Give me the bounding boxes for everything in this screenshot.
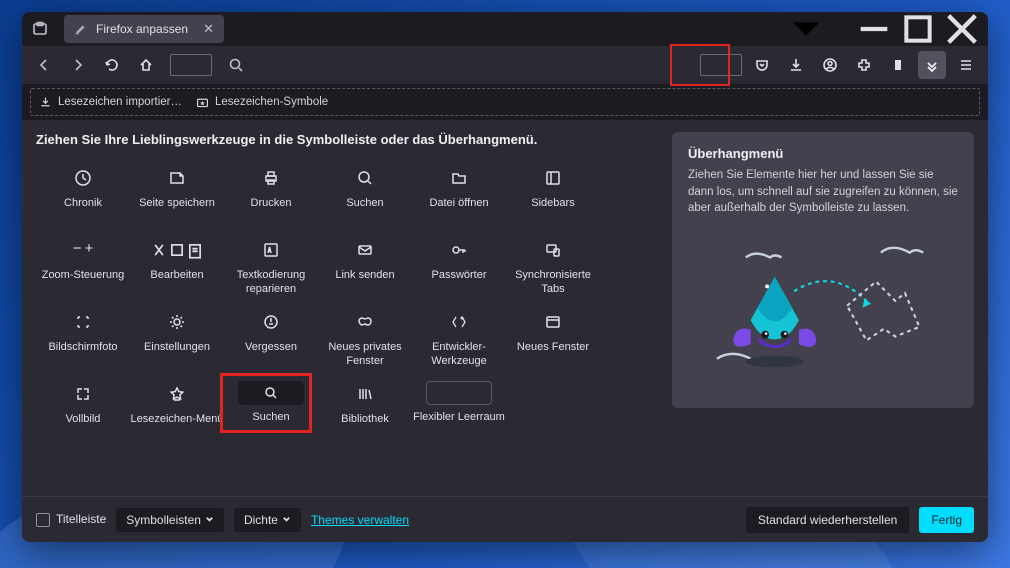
paintbrush-icon (74, 22, 88, 36)
tool-flex-leerraum[interactable]: Flexibler Leerraum (412, 377, 506, 449)
settings-icon (168, 309, 186, 335)
import-icon (39, 96, 52, 109)
tool-dev[interactable]: Entwickler-Werkzeuge (412, 305, 506, 377)
overflow-button[interactable] (918, 51, 946, 79)
browser-window: Firefox anpassen ✕ (22, 12, 988, 542)
passwords-icon (450, 237, 468, 263)
import-bookmarks-item[interactable]: Lesezeichen importier… (39, 96, 182, 109)
tab-strip: Firefox anpassen ✕ (22, 12, 988, 46)
titlebar-checkbox[interactable]: Titelleiste (36, 512, 106, 527)
customize-footer: Titelleiste Symbolleisten Dichte Themes … (22, 496, 988, 542)
close-tab-icon[interactable]: ✕ (203, 21, 214, 37)
navigation-toolbar (22, 46, 988, 84)
tool-vollbild[interactable]: Vollbild (36, 377, 130, 449)
tool-zoom[interactable]: −+ Zoom-Steuerung (36, 233, 130, 305)
tool-datei-oeffnen[interactable]: Datei öffnen (412, 161, 506, 233)
import-bookmarks-label: Lesezeichen importier… (58, 96, 182, 108)
back-button[interactable] (30, 51, 58, 79)
customize-heading: Ziehen Sie Ihre Lieblingswerkzeuge in di… (36, 132, 658, 147)
overflow-description: Ziehen Sie Elemente hier her und lassen … (688, 167, 958, 217)
forward-button[interactable] (64, 51, 92, 79)
library-books-icon (356, 381, 374, 407)
open-file-icon (450, 165, 468, 191)
folder-star-icon (196, 96, 209, 109)
tools-grid: Chronik Seite speichern Drucken Suchen D… (36, 161, 658, 449)
tabs-dropdown-button[interactable] (786, 14, 826, 44)
print-icon (262, 165, 280, 191)
tool-privat[interactable]: Neues privates Fenster (318, 305, 412, 377)
bookmarks-toolbar[interactable]: Lesezeichen importier… Lesezeichen-Symbo… (30, 88, 980, 116)
forget-icon (262, 309, 280, 335)
tool-suchen-widget[interactable]: Suchen (224, 377, 318, 449)
done-button[interactable]: Fertig (919, 507, 974, 533)
tool-seite-speichern[interactable]: Seite speichern (130, 161, 224, 233)
find-icon (356, 165, 374, 191)
sync-tabs-icon (544, 237, 562, 263)
new-window-icon (544, 309, 562, 335)
sidebars-icon (544, 165, 562, 191)
extensions-icon[interactable] (850, 51, 878, 79)
bookmarks-folder-item[interactable]: Lesezeichen-Symbole (196, 96, 328, 109)
home-button[interactable] (132, 51, 160, 79)
tool-sidebars[interactable]: Sidebars (506, 161, 600, 233)
fullscreen-icon (74, 381, 92, 407)
window-close[interactable] (942, 14, 982, 44)
tool-vergessen[interactable]: Vergessen (224, 305, 318, 377)
text-encoding-icon (262, 237, 280, 263)
tool-neues-fenster[interactable]: Neues Fenster (506, 305, 600, 377)
flexible-space-icon (426, 381, 492, 405)
zoom-controls-icon: −+ (72, 237, 93, 263)
restore-defaults-button[interactable]: Standard wiederherstellen (746, 507, 909, 533)
save-page-icon (168, 165, 186, 191)
overflow-title: Überhangmenü (688, 146, 958, 161)
window-maximize[interactable] (898, 14, 938, 44)
reload-button[interactable] (98, 51, 126, 79)
overflow-illustration (688, 227, 958, 394)
customize-panel: Ziehen Sie Ihre Lieblingswerkzeuge in di… (22, 120, 988, 496)
toolbar-empty-slot[interactable] (700, 54, 742, 76)
edit-controls-icon (150, 237, 204, 263)
tool-passwoerter[interactable]: Passwörter (412, 233, 506, 305)
tool-drucken[interactable]: Drucken (224, 161, 318, 233)
search-icon[interactable] (222, 51, 250, 79)
window-minimize[interactable] (854, 14, 894, 44)
pocket-icon[interactable] (748, 51, 776, 79)
bookmarks-menu-icon (168, 381, 186, 407)
screenshot-icon (74, 309, 92, 335)
bookmarks-folder-label: Lesezeichen-Symbole (215, 96, 328, 108)
new-tab-button[interactable] (742, 14, 782, 44)
account-icon[interactable] (816, 51, 844, 79)
tool-bearbeiten[interactable]: Bearbeiten (130, 233, 224, 305)
tool-link-senden[interactable]: Link senden (318, 233, 412, 305)
devtools-icon (450, 309, 468, 335)
download-icon[interactable] (782, 51, 810, 79)
manage-themes-link[interactable]: Themes verwalten (311, 513, 409, 527)
tool-textkodierung[interactable]: Textkodierung reparieren (224, 233, 318, 305)
tool-bildschirmfoto[interactable]: Bildschirmfoto (36, 305, 130, 377)
history-icon (74, 165, 92, 191)
overflow-menu-panel[interactable]: Überhangmenü Ziehen Sie Elemente hier he… (672, 132, 974, 408)
tool-bibliothek[interactable]: Bibliothek (318, 377, 412, 449)
tool-sync-tabs[interactable]: Synchronisierte Tabs (506, 233, 600, 305)
tool-suchen[interactable]: Suchen (318, 161, 412, 233)
tool-einstellungen[interactable]: Einstellungen (130, 305, 224, 377)
active-tab[interactable]: Firefox anpassen ✕ (64, 15, 224, 43)
toolbars-dropdown[interactable]: Symbolleisten (116, 508, 224, 532)
recent-tabs-icon[interactable] (26, 15, 54, 43)
app-menu-button[interactable] (952, 51, 980, 79)
density-dropdown[interactable]: Dichte (234, 508, 301, 532)
search-widget-icon (238, 381, 304, 405)
library-icon[interactable] (884, 51, 912, 79)
tool-chronik[interactable]: Chronik (36, 161, 130, 233)
tool-lesezeichen-menu[interactable]: Lesezeichen-Menü (130, 377, 224, 449)
private-window-icon (356, 309, 374, 335)
email-link-icon (356, 237, 374, 263)
urlbar-placeholder[interactable] (170, 54, 212, 76)
tab-title: Firefox anpassen (96, 22, 188, 36)
